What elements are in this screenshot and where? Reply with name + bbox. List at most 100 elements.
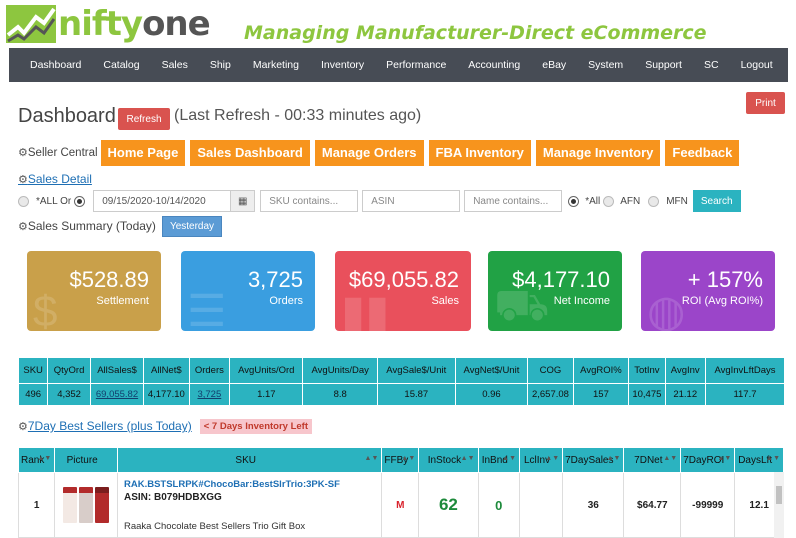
afn-label: AFN (620, 195, 641, 207)
inventory-left-badge: < 7 Days Inventory Left (199, 418, 313, 434)
col-7daysales[interactable]: 7DaySales ▲▼ (562, 447, 625, 473)
nav-accounting[interactable]: Accounting (457, 59, 531, 71)
home-page-button[interactable]: Home Page (100, 139, 186, 166)
net-income-tile[interactable]: ⛟ $4,177.10 Net Income (488, 251, 622, 331)
sales-detail-link[interactable]: ⚙Sales Detail (18, 172, 92, 186)
date-radio[interactable] (74, 195, 86, 207)
col-avgnet-unit: AvgNet$/Unit (454, 357, 529, 384)
col-instock[interactable]: InStock ▲▼ (418, 447, 479, 473)
manage-orders-button[interactable]: Manage Orders (314, 139, 424, 166)
sales-dashboard-button[interactable]: Sales Dashboard (190, 139, 310, 166)
yesterday-button[interactable]: Yesterday (162, 216, 222, 237)
fba-inventory-button[interactable]: FBA Inventory (428, 139, 531, 166)
col-inbnd[interactable]: InBnd ▲▼ (477, 447, 521, 473)
nav-sales[interactable]: Sales (151, 59, 199, 71)
col-ffby[interactable]: FFBy ▲▼ (381, 447, 420, 473)
fulfil-all-radio[interactable] (568, 195, 580, 207)
sku-search-input[interactable]: SKU contains... (260, 190, 359, 212)
inbnd-cell: 0 (477, 472, 521, 538)
print-button[interactable]: Print (746, 92, 785, 114)
feedback-button[interactable]: Feedback (665, 139, 740, 166)
roi-tile[interactable]: ◍ + 157% ROI (Avg ROI%) (641, 251, 775, 331)
7daysales-cell: 36 (562, 472, 625, 538)
all-radio[interactable] (18, 195, 29, 207)
sales-tile[interactable]: ▮▮ $69,055.82 Sales (335, 251, 471, 331)
nav-ebay[interactable]: eBay (531, 59, 577, 71)
col-rank[interactable]: Rank ▲▼ (17, 447, 56, 473)
sku-link[interactable]: RAK.BSTSLRPK#ChocoBar:BestSlrTrio:3PK-SF (124, 479, 375, 490)
cell-allsales-link[interactable]: 69,055.82 (89, 383, 145, 406)
col-avgroi: AvgROI% (572, 357, 630, 384)
nav-logout[interactable]: Logout (730, 59, 784, 71)
col-avgunits-day: AvgUnits/Day (302, 357, 378, 384)
nav-support[interactable]: Support (634, 59, 693, 71)
date-range-input[interactable]: 09/15/2020-10/14/2020 (93, 190, 232, 212)
product-name: Raaka Chocolate Best Sellers Trio Gift B… (124, 520, 306, 532)
search-button[interactable]: Search (692, 190, 741, 212)
cell-totinv: 10,475 (628, 383, 666, 406)
nav-inventory[interactable]: Inventory (310, 59, 375, 71)
col-dayslft[interactable]: DaysLft ▲▼ (734, 447, 784, 473)
calendar-icon[interactable]: ▦ (231, 190, 256, 212)
sales-summary-table: SKU QtyOrd AllSales$ AllNet$ Orders AvgU… (17, 357, 786, 406)
orders-tile[interactable]: ☰ 3,725 Orders (181, 251, 315, 331)
7dnet-cell: $64.77 (623, 472, 682, 538)
refresh-button[interactable]: Refresh (118, 108, 170, 130)
col-allsales: AllSales$ (89, 357, 145, 384)
sort-icon: ▲▼ (502, 455, 516, 462)
seller-central-label: Seller Central (27, 146, 98, 159)
afn-radio[interactable] (603, 195, 615, 207)
niftyone-logo[interactable]: niftyone (6, 4, 211, 44)
col-totinv: TotInv (628, 357, 666, 384)
main-nav: Dashboard Catalog Sales Ship Marketing I… (9, 48, 788, 82)
instock-cell: 62 (418, 472, 479, 538)
col-orders: Orders (188, 357, 231, 384)
col-7dnet[interactable]: 7DNet ▲▼ (623, 447, 682, 473)
nav-ship[interactable]: Ship (199, 59, 242, 71)
nav-catalog[interactable]: Catalog (92, 59, 150, 71)
bar-chart-watermark-icon: ▮▮ (341, 287, 390, 331)
summary-data-row: 496 4,352 69,055.82 4,177.10 3,725 1.17 … (17, 383, 786, 406)
nav-performance[interactable]: Performance (375, 59, 457, 71)
cell-cog: 2,657.08 (527, 383, 574, 406)
cell-avgnet-unit: 0.96 (454, 383, 529, 406)
sku-cell: RAK.BSTSLRPK#ChocoBar:BestSlrTrio:3PK-SF… (116, 472, 383, 538)
gear-icon: ⚙ (18, 221, 28, 233)
best-sellers-table: Rank ▲▼ Picture SKU ▲▼ FFBy ▲▼ InStock ▲▼ In… (17, 447, 784, 538)
mfn-label: MFN (666, 195, 688, 207)
fulfil-all-label: *All (585, 195, 601, 207)
rank-cell: 1 (17, 472, 56, 538)
col-lclinv[interactable]: LclInv ▲▼ (518, 447, 564, 473)
col-sku[interactable]: SKU ▲▼ (116, 447, 383, 473)
lclinv-cell (518, 472, 564, 538)
best-sellers-header-row: Rank ▲▼ Picture SKU ▲▼ FFBy ▲▼ InStock ▲▼ In… (17, 447, 784, 473)
col-avginv: AvgInv (664, 357, 706, 384)
settlement-tile[interactable]: $ $528.89 Settlement (27, 251, 161, 331)
cell-orders-link[interactable]: 3,725 (188, 383, 231, 406)
best-sellers-link[interactable]: 7Day Best Sellers (plus Today) (28, 419, 192, 433)
col-avgunits-ord: AvgUnits/Ord (229, 357, 304, 384)
page-title: Dashboard (18, 105, 116, 127)
nav-marketing[interactable]: Marketing (242, 59, 310, 71)
sort-icon: ▲▼ (37, 455, 52, 462)
globe-watermark-icon: ◍ (647, 287, 686, 331)
7dayroi-cell: -99999 (680, 472, 736, 538)
col-7dayroi[interactable]: 7DayROI ▲▼ (680, 447, 736, 473)
nav-system[interactable]: System (577, 59, 634, 71)
chocolate-bar-image (79, 487, 94, 523)
nav-dashboard[interactable]: Dashboard (9, 59, 92, 71)
header: niftyone Managing Manufacturer-Direct eC… (0, 0, 796, 48)
manage-inventory-button[interactable]: Manage Inventory (535, 139, 661, 166)
scrollbar-thumb[interactable] (776, 486, 782, 504)
cell-avgroi: 157 (572, 383, 630, 406)
ffby-cell: M (381, 472, 420, 538)
asin-search-input[interactable]: ASIN (362, 190, 461, 212)
col-avgsale-unit: AvgSale$/Unit (376, 357, 456, 384)
truck-watermark-icon: ⛟ (494, 281, 550, 330)
name-search-input[interactable]: Name contains... (464, 190, 563, 212)
cell-sku: 496 (17, 383, 49, 406)
sort-icon: ▲▼ (460, 455, 475, 462)
mfn-radio[interactable] (648, 195, 660, 207)
table-scrollbar[interactable] (774, 472, 784, 538)
nav-sc[interactable]: SC (693, 59, 730, 71)
